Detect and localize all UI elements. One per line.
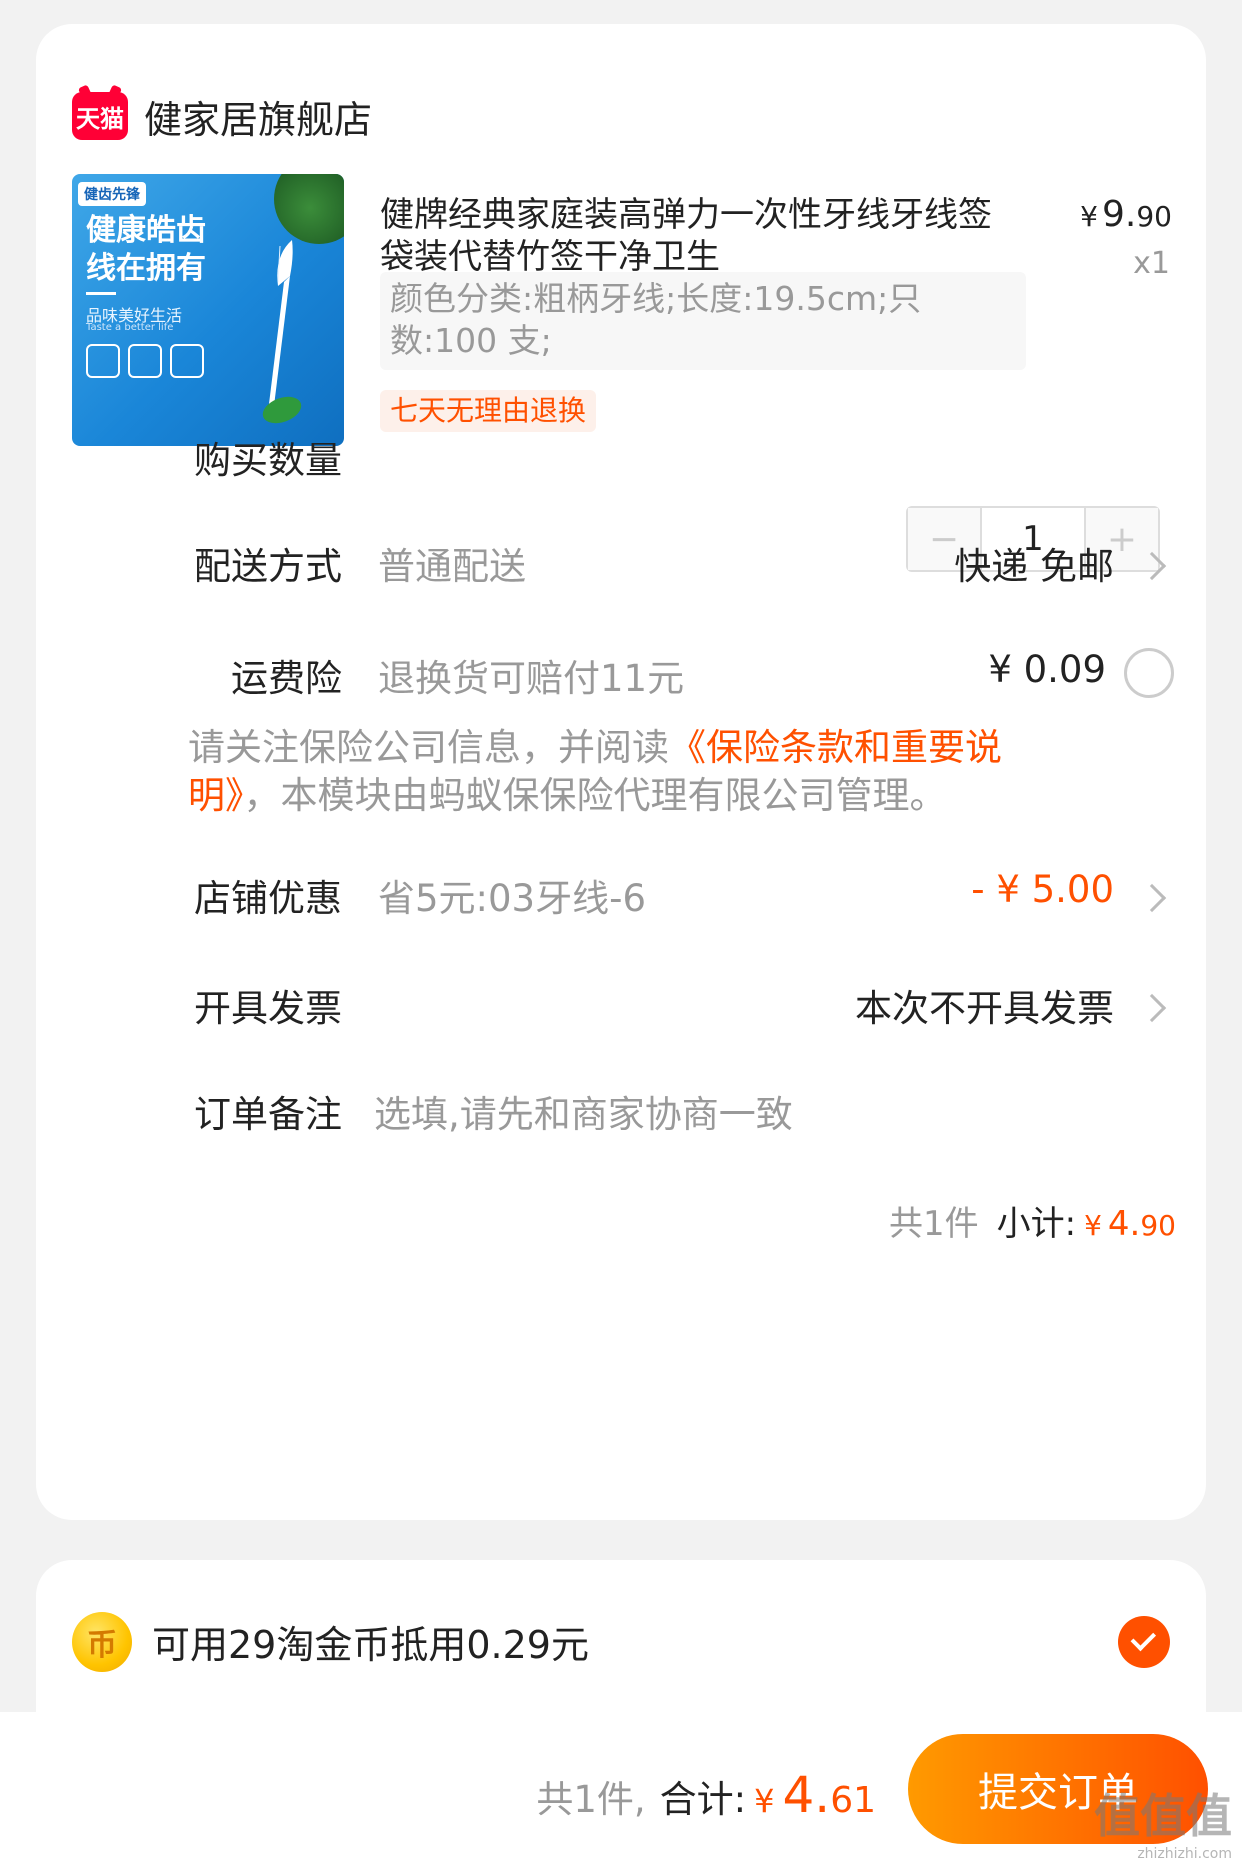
delivery-method: 普通配送 [378, 545, 526, 588]
subtotal: 共1件 小计: ¥4.90 [889, 1196, 1176, 1245]
delivery-value: 快递 免邮 [954, 545, 1114, 588]
remark-input[interactable]: 选填,请先和商家协商一致 [374, 1084, 793, 1138]
total-int: 4. [782, 1766, 831, 1824]
product-image[interactable]: 健齿先锋 健康皓齿 线在拥有 品味美好生活 Taste a better lif… [72, 174, 344, 446]
watermark-sub: zhizhizhi.com [1137, 1846, 1232, 1862]
product-spec[interactable]: 颜色分类:粗柄牙线;长度:19.5cm;只数:100 支; [380, 272, 1026, 370]
return-policy-tag: 七天无理由退换 [380, 390, 597, 432]
image-feature-icons [86, 344, 204, 378]
coin-icon-char: 币 [87, 1628, 117, 1663]
insurance-price: ¥ 0.09 [988, 648, 1106, 691]
image-brand-tag: 健齿先锋 [78, 182, 146, 206]
order-total: 共1件, 合计: ¥4.61 [536, 1766, 876, 1824]
subtotal-count: 共1件 [888, 1204, 979, 1244]
subtotal-int: 4. [1107, 1204, 1141, 1244]
invoice-label: 开具发票 [194, 987, 342, 1030]
price-symbol: ¥ [1080, 200, 1098, 233]
total-amount: ¥4.61 [746, 1766, 876, 1824]
price-dec: 90 [1136, 200, 1172, 233]
subtotal-label: 小计: [996, 1204, 1077, 1244]
product-title[interactable]: 健牌经典家庭装高弹力一次性牙线牙线签袋装代替竹签干净卫生 [380, 194, 1010, 278]
tmall-logo: 天猫 [72, 92, 128, 140]
remark-label: 订单备注 [194, 1093, 342, 1136]
image-slogan-line2: 线在拥有 [86, 251, 206, 286]
subtotal-dec: 90 [1140, 1209, 1176, 1242]
discount-label: 店铺优惠 [194, 877, 342, 920]
subtotal-symbol: ¥ [1084, 1209, 1102, 1242]
total-label: 合计: [659, 1778, 747, 1821]
image-subtitle-en: Taste a better life [86, 322, 174, 333]
bottom-bar: 共1件, 合计: ¥4.61 提交订单 值值值 zhizhizhi.com [0, 1712, 1242, 1870]
insurance-notice: 请关注保险公司信息，并阅读《保险条款和重要说明》，本模块由蚂蚁保保险代理有限公司… [188, 724, 1088, 820]
floss-pick-illustration [268, 240, 293, 412]
shop-header[interactable]: 天猫 健家居旗舰店 [72, 88, 372, 144]
chevron-right-icon [1137, 993, 1167, 1023]
total-dec: 61 [830, 1780, 876, 1821]
price-int: 9. [1102, 194, 1137, 235]
notice-suffix: ，本模块由蚂蚁保保险代理有限公司管理。 [243, 774, 947, 817]
total-symbol: ¥ [754, 1782, 775, 1820]
total-count: 共1件, [536, 1778, 646, 1821]
watermark: 值值值 zhizhizhi.com [1094, 1780, 1232, 1862]
discount-desc: 省5元:03牙线-6 [378, 877, 646, 920]
image-slogan-line1: 健康皓齿 [86, 213, 206, 248]
delivery-label: 配送方式 [194, 545, 342, 588]
insurance-radio[interactable] [1124, 648, 1174, 698]
subtotal-amount: ¥4.90 [1076, 1204, 1176, 1244]
insurance-label: 运费险 [231, 657, 342, 700]
tmall-badge-text: 天猫 [76, 104, 124, 133]
chevron-right-icon [1137, 883, 1167, 913]
leaf-decoration [274, 174, 344, 244]
notice-prefix: 请关注保险公司信息，并阅读 [188, 726, 669, 769]
coin-icon: 币 [72, 1612, 132, 1672]
shop-name[interactable]: 健家居旗舰店 [144, 89, 372, 144]
invoice-value: 本次不开具发票 [855, 987, 1114, 1030]
product-price: ¥9.90 [1080, 194, 1172, 235]
coin-offer-text: 可用29淘金币抵用0.29元 [152, 1623, 589, 1667]
insurance-desc: 退换货可赔付11元 [378, 657, 685, 700]
order-card: 天猫 健家居旗舰店 健齿先锋 健康皓齿 线在拥有 品味美好生活 Taste a … [36, 24, 1206, 1520]
image-slogan: 健康皓齿 线在拥有 [86, 212, 206, 288]
product-quantity: x1 [1133, 246, 1170, 281]
image-divider [86, 292, 116, 295]
watermark-main: 值值值 [1094, 1789, 1232, 1843]
coin-checkbox-checked-icon[interactable] [1118, 1616, 1170, 1668]
discount-value: - ¥ 5.00 [971, 868, 1114, 911]
quantity-label: 购买数量 [194, 439, 342, 482]
